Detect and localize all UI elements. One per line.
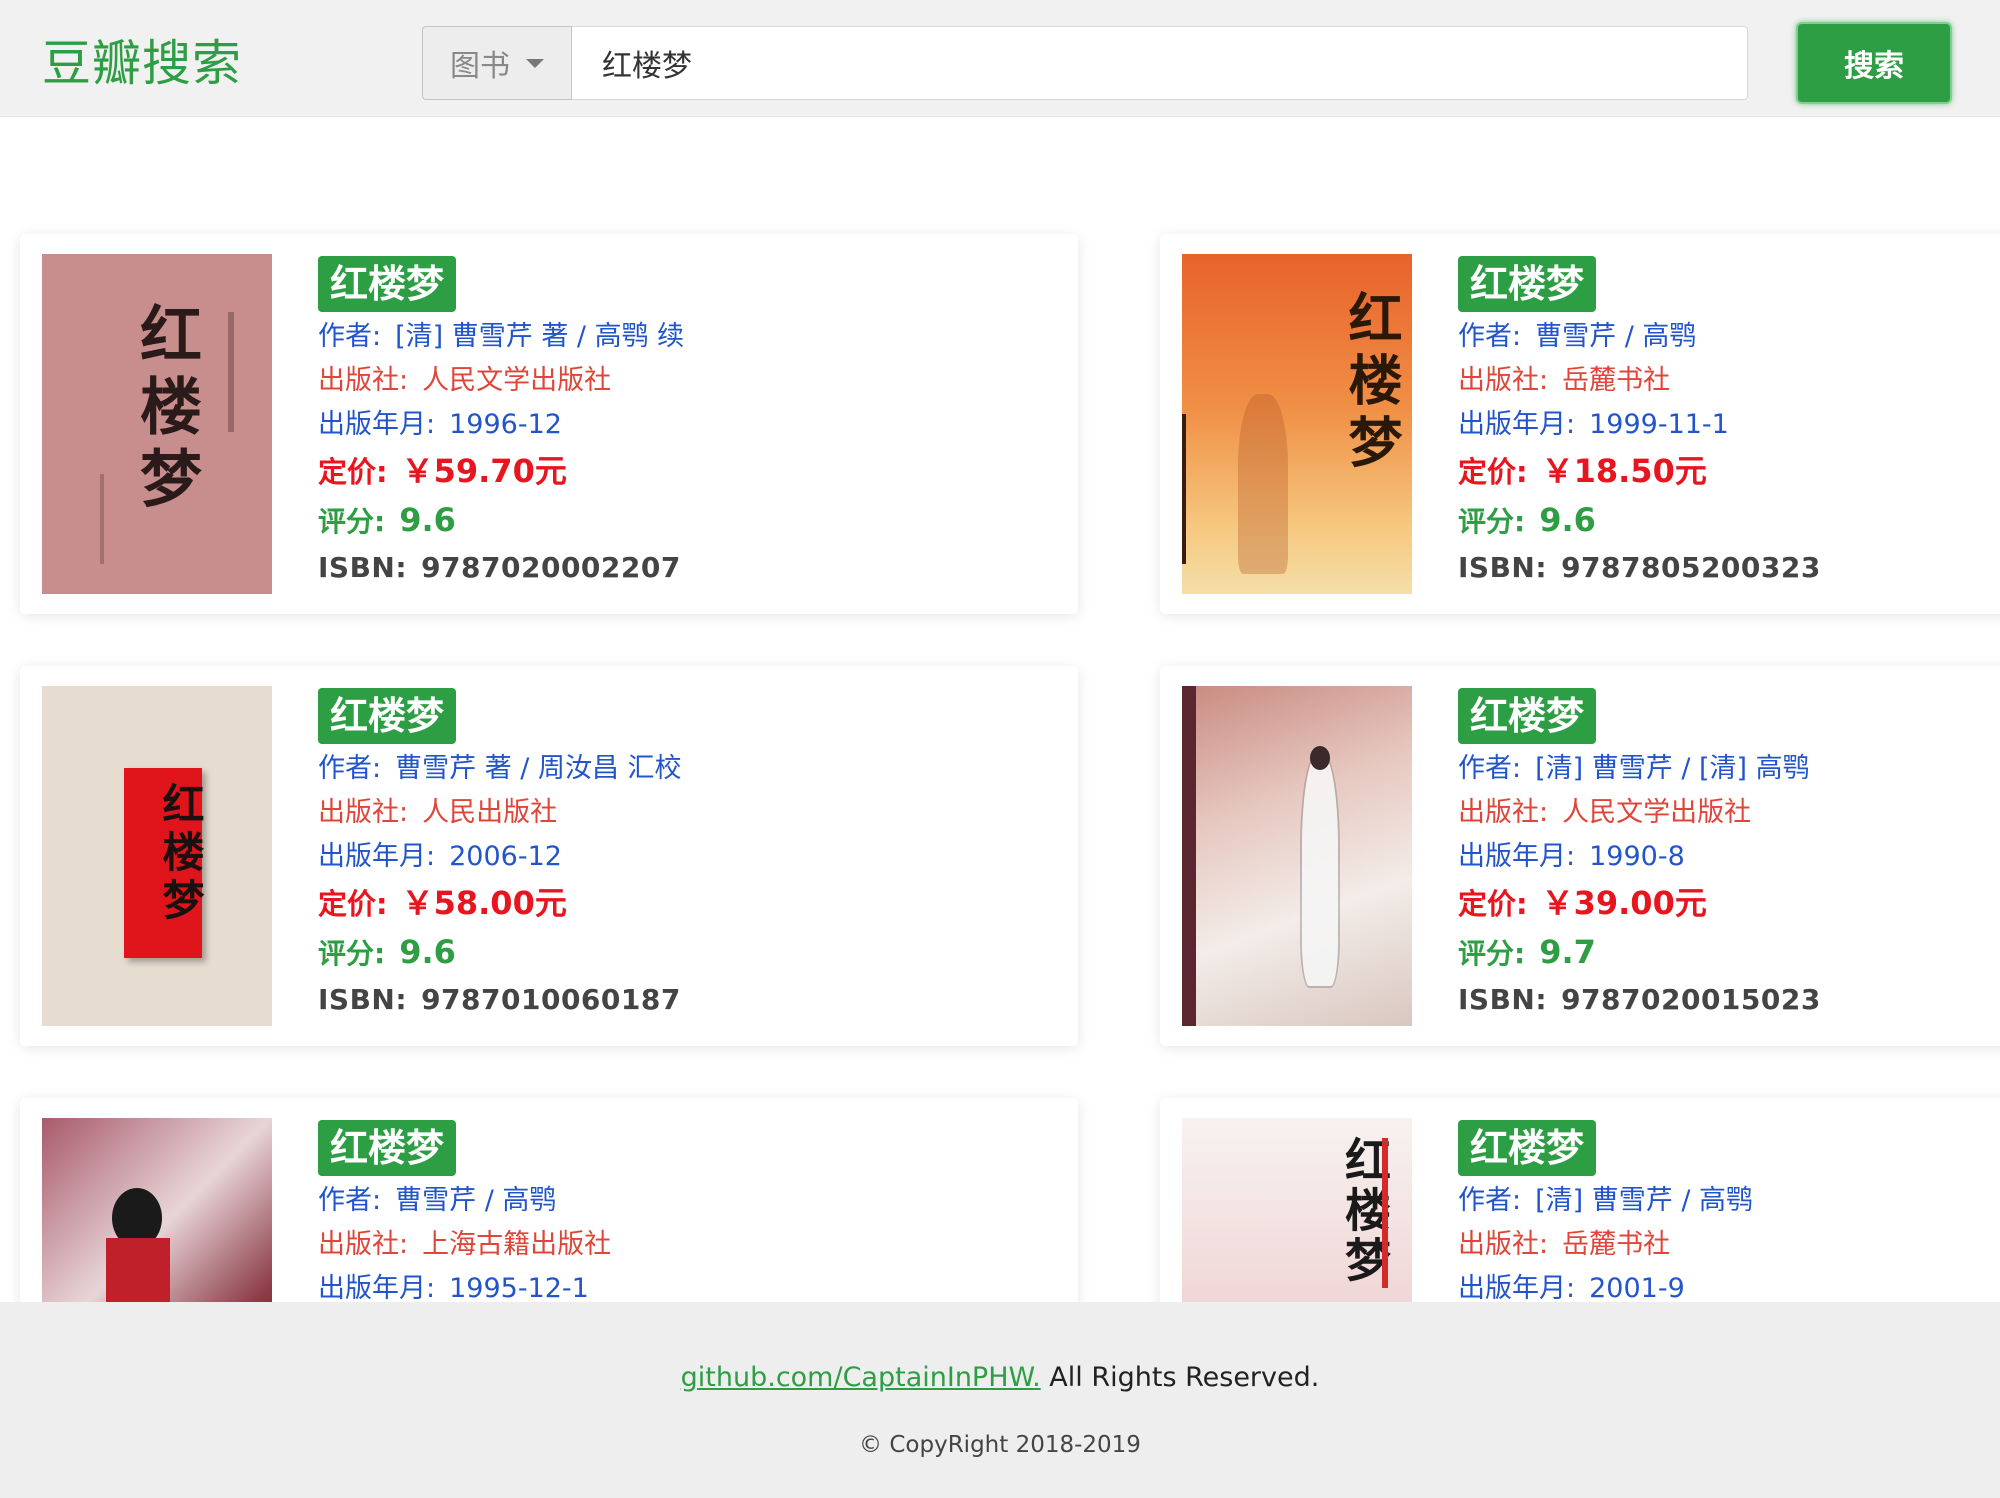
book-cover-image[interactable]: 红楼梦 xyxy=(1182,254,1412,594)
book-author: 作者: 曹雪芹 / 高鹗 xyxy=(1458,321,1697,352)
cover-title-text: 红楼梦 xyxy=(129,302,202,518)
chevron-down-icon xyxy=(526,58,544,68)
book-publisher: 出版社: 人民文学出版社 xyxy=(1458,797,1752,828)
book-isbn: ISBN: 9787010060187 xyxy=(318,983,681,1016)
book-rating: 评分: 9.7 xyxy=(1458,933,1596,971)
results-grid: 红楼梦 红楼梦 作者: [清] 曹雪芹 著 / 高鹗 续 出版社: 人民文学出版社 … xyxy=(0,116,2000,1302)
book-cover-image[interactable]: 红楼梦 xyxy=(42,254,272,594)
book-card[interactable]: 红楼梦 红楼梦 作者: [清] 曹雪芹 / 高鹗 出版社: 岳麓书社 出版年月: 20… xyxy=(1160,1098,2000,1302)
book-isbn: ISBN: 9787020002207 xyxy=(318,551,681,584)
book-title[interactable]: 红楼梦 xyxy=(1458,256,1597,312)
book-author: 作者: [清] 曹雪芹 / 高鹗 xyxy=(1458,1185,1754,1216)
book-card[interactable]: 红楼梦 红楼梦 作者: 曹雪芹 / 高鹗 出版社: 岳麓书社 出版年月: 1999-1… xyxy=(1160,234,2000,614)
book-card[interactable]: 红楼梦 作者: [清] 曹雪芹 / [清] 高鹗 出版社: 人民文学出版社 出版年月… xyxy=(1160,666,2000,1046)
book-cover-image[interactable]: 红楼梦 xyxy=(42,686,272,1026)
book-price: 定价: ￥18.50元 xyxy=(1458,452,1707,490)
book-publisher: 出版社: 上海古籍出版社 xyxy=(318,1229,612,1260)
search-button[interactable]: 搜索 xyxy=(1796,22,1952,104)
site-logo[interactable]: 豆瓣搜索 xyxy=(42,34,242,94)
book-price: 定价: ￥58.00元 xyxy=(318,884,567,922)
book-title[interactable]: 红楼梦 xyxy=(1458,1120,1597,1176)
cover-title-text: 红楼梦 xyxy=(1339,290,1403,476)
book-pubdate: 出版年月: 2006-12 xyxy=(318,841,562,872)
page-footer: github.com/CaptainInPHW. All Rights Rese… xyxy=(0,1302,2000,1498)
book-author: 作者: [清] 曹雪芹 / [清] 高鹗 xyxy=(1458,753,1810,784)
book-isbn: ISBN: 9787805200323 xyxy=(1458,551,1821,584)
book-publisher: 出版社: 人民文学出版社 xyxy=(318,365,612,396)
book-pubdate: 出版年月: 2001-9 xyxy=(1458,1273,1685,1303)
category-select-value: 图书 xyxy=(450,49,510,84)
github-link[interactable]: github.com/CaptainInPHW. xyxy=(681,1362,1041,1393)
book-price: 定价: ￥59.70元 xyxy=(318,452,567,490)
book-author: 作者: 曹雪芹 著 / 周汝昌 汇校 xyxy=(318,753,682,784)
book-author: 作者: 曹雪芹 / 高鹗 xyxy=(318,1185,557,1216)
book-author: 作者: [清] 曹雪芹 著 / 高鹗 续 xyxy=(318,321,685,352)
book-pubdate: 出版年月: 1990-8 xyxy=(1458,841,1685,872)
book-title[interactable]: 红楼梦 xyxy=(1458,688,1597,744)
book-price: 定价: ￥39.00元 xyxy=(1458,884,1707,922)
book-title[interactable]: 红楼梦 xyxy=(318,256,457,312)
book-title[interactable]: 红楼梦 xyxy=(318,1120,457,1176)
footer-rights: github.com/CaptainInPHW. All Rights Rese… xyxy=(680,1362,1320,1393)
book-title[interactable]: 红楼梦 xyxy=(318,688,457,744)
book-isbn: ISBN: 9787020015023 xyxy=(1458,983,1821,1016)
cover-title-text: 红楼梦 xyxy=(156,782,205,926)
footer-copyright: © CopyRight 2018-2019 xyxy=(859,1432,1141,1458)
book-cover-image[interactable] xyxy=(1182,686,1412,1026)
book-pubdate: 出版年月: 1999-11-1 xyxy=(1458,409,1729,440)
book-card[interactable]: 红楼梦 红楼梦 作者: 曹雪芹 著 / 周汝昌 汇校 出版社: 人民出版社 出版年月… xyxy=(20,666,1078,1046)
book-publisher: 出版社: 人民出版社 xyxy=(318,797,558,828)
book-card[interactable]: 红楼梦 作者: 曹雪芹 / 高鹗 出版社: 上海古籍出版社 出版年月: 1995-12… xyxy=(20,1098,1078,1302)
book-publisher: 出版社: 岳麓书社 xyxy=(1458,365,1671,396)
book-rating: 评分: 9.6 xyxy=(1458,501,1596,539)
top-header: 豆瓣搜索 图书 搜索 xyxy=(0,0,2000,117)
cover-title-text: 红楼梦 xyxy=(1338,1136,1392,1286)
book-publisher: 出版社: 岳麓书社 xyxy=(1458,1229,1671,1260)
book-cover-image[interactable] xyxy=(42,1118,272,1302)
book-pubdate: 出版年月: 1996-12 xyxy=(318,409,562,440)
book-rating: 评分: 9.6 xyxy=(318,933,456,971)
search-input[interactable] xyxy=(572,26,1748,100)
book-pubdate: 出版年月: 1995-12-1 xyxy=(318,1273,589,1303)
book-card[interactable]: 红楼梦 红楼梦 作者: [清] 曹雪芹 著 / 高鹗 续 出版社: 人民文学出版社 … xyxy=(20,234,1078,614)
category-select[interactable]: 图书 xyxy=(422,26,572,100)
book-rating: 评分: 9.6 xyxy=(318,501,456,539)
book-cover-image[interactable]: 红楼梦 xyxy=(1182,1118,1412,1302)
